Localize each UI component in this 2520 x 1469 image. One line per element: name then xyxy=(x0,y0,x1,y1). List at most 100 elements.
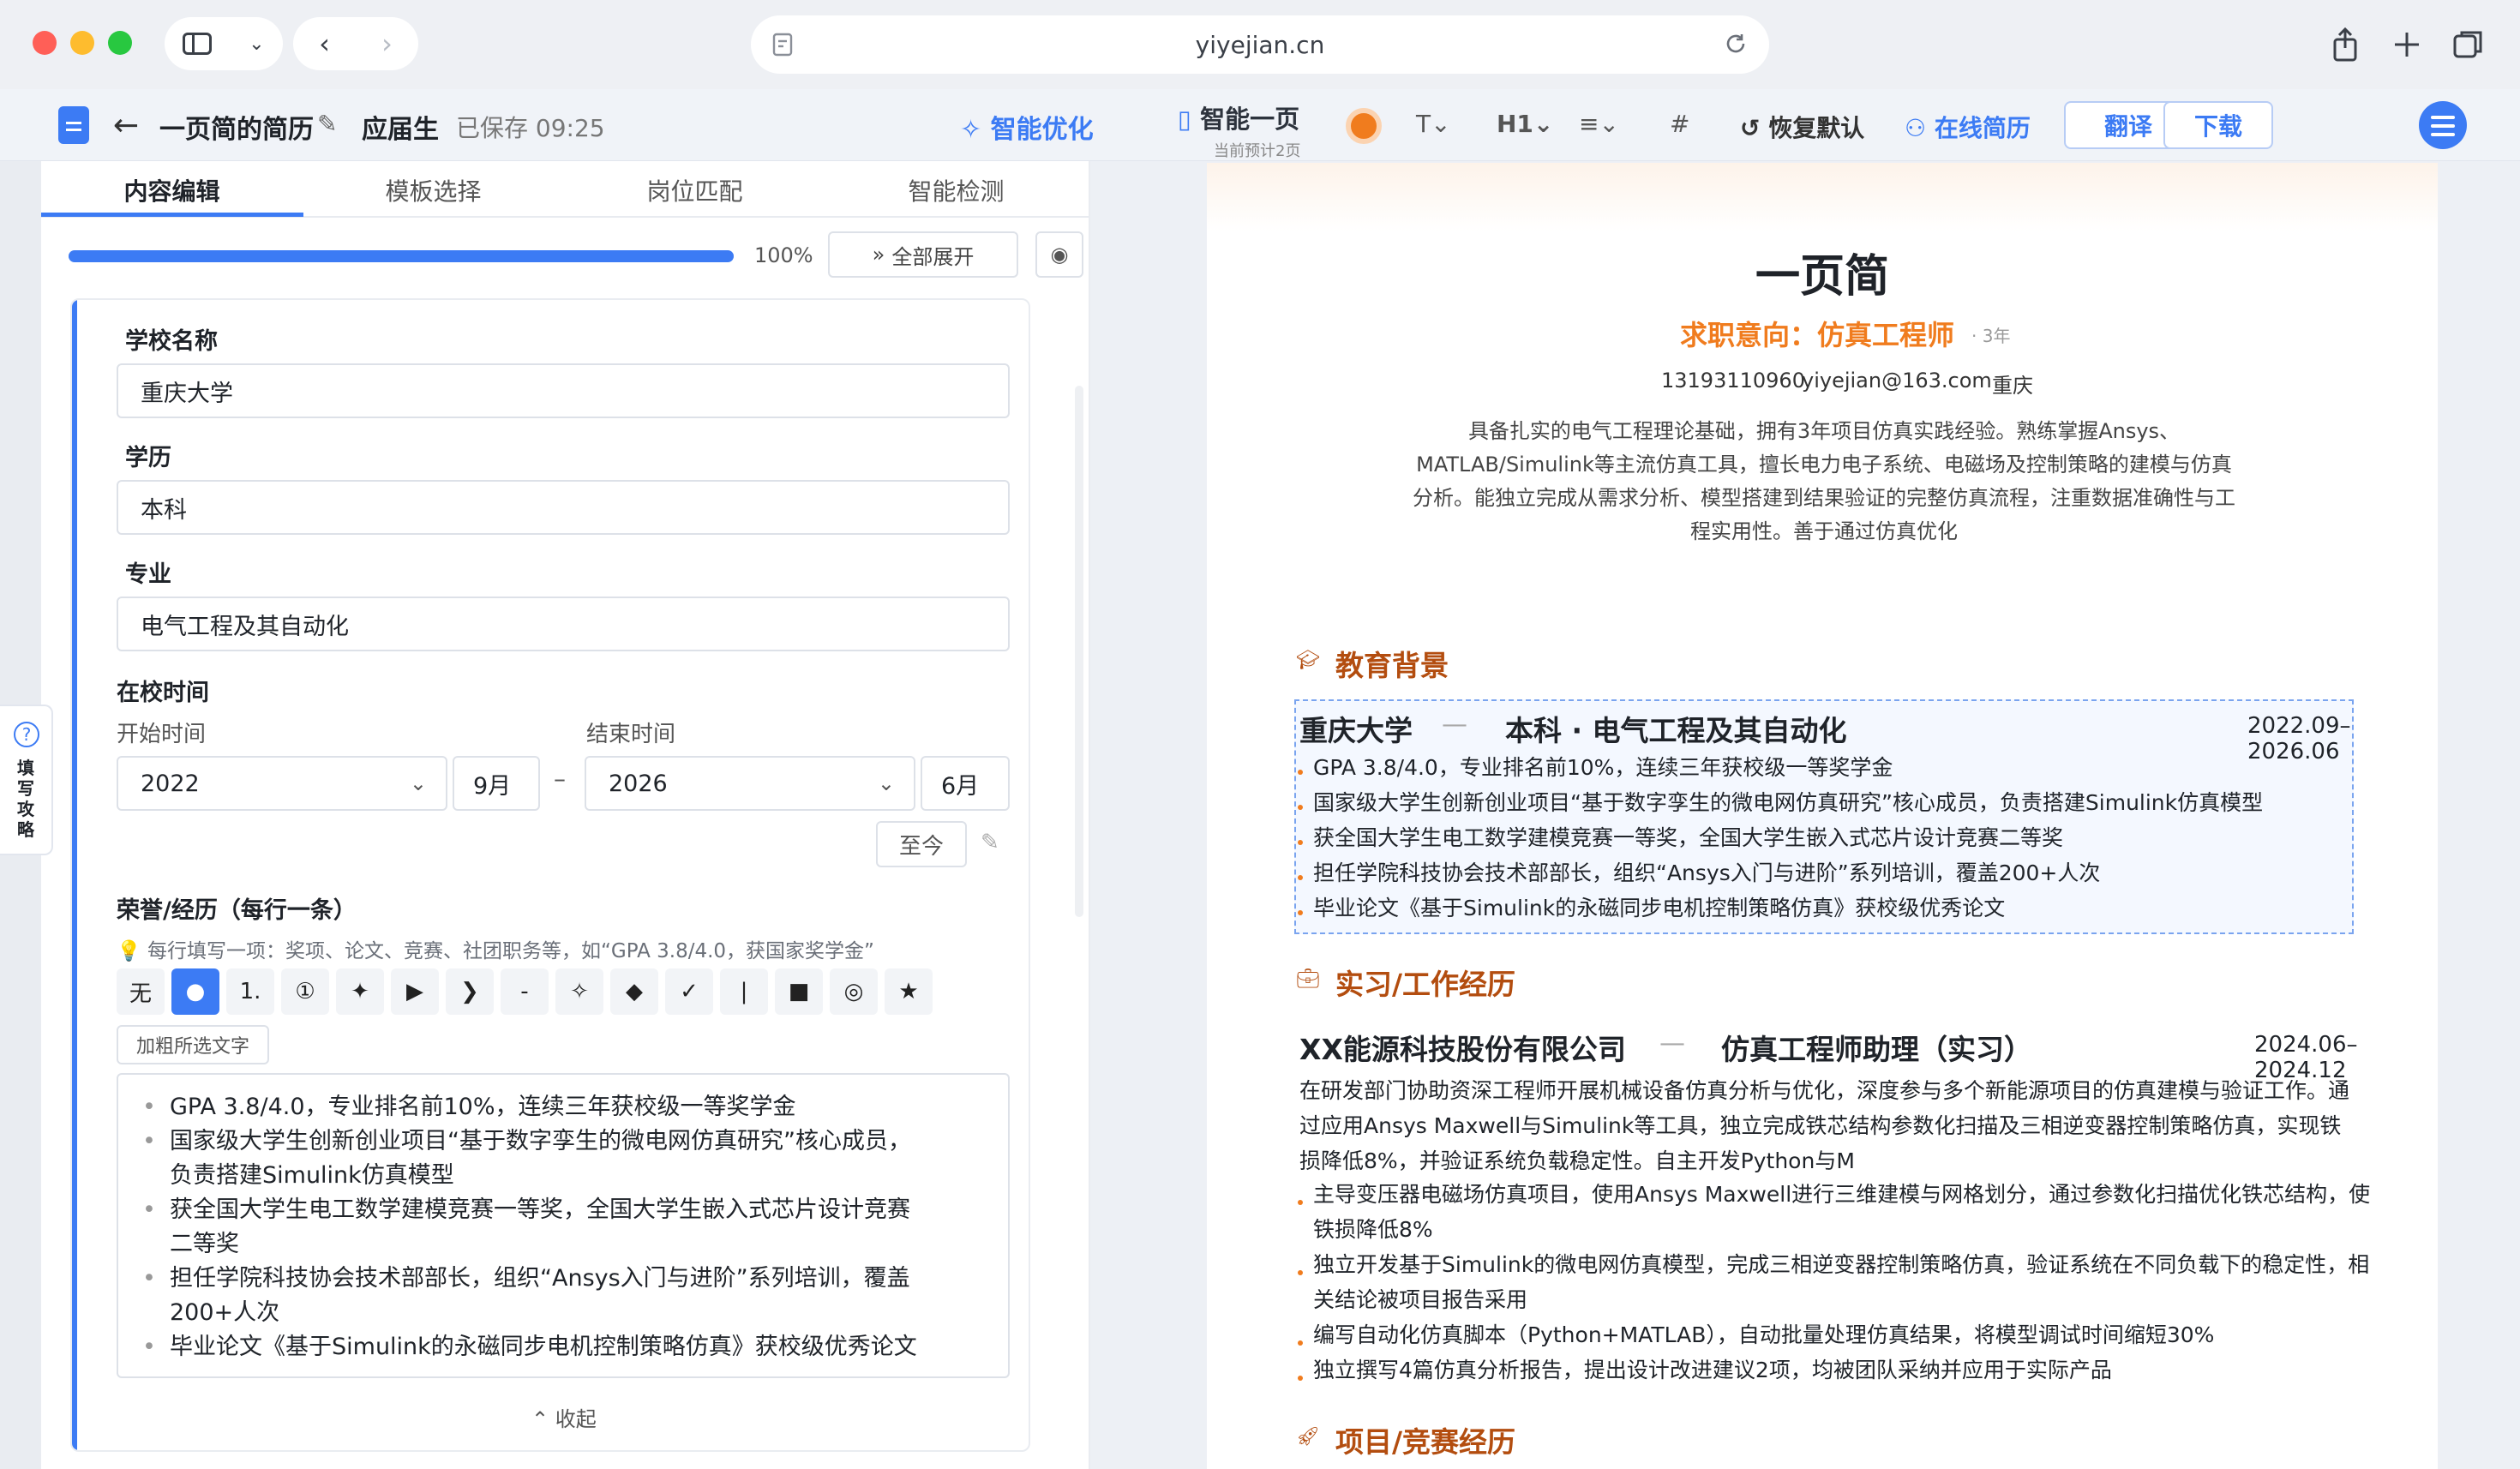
double-chevron-icon: » xyxy=(872,243,885,267)
tab-content-edit[interactable]: 内容编辑 xyxy=(41,173,303,207)
bullet-style-option[interactable]: ● xyxy=(171,968,219,1015)
bullet-style-option[interactable]: ✓ xyxy=(665,968,713,1015)
education-section-title: 教育背景 xyxy=(1335,649,1449,682)
bullet-style-option[interactable]: ✦ xyxy=(336,968,384,1015)
pencil-icon[interactable]: ✎ xyxy=(981,830,999,855)
smart-optimize-button[interactable]: ✧ 智能优化 xyxy=(960,108,1094,146)
page-header-glow xyxy=(1207,163,2438,231)
honors-label: 荣誉/经历（每行一条） xyxy=(117,897,357,924)
honor-line: 国家级大学生创新创业项目“基于数字孪生的微电网仿真研究”核心成员， xyxy=(139,1124,1008,1159)
progress-fill xyxy=(69,250,734,262)
tab-job-match[interactable]: 岗位匹配 xyxy=(564,173,825,207)
undo-icon: ↺ xyxy=(1740,114,1761,142)
bullet-style-option[interactable]: | xyxy=(720,968,768,1015)
minimize-window-button[interactable] xyxy=(70,31,94,55)
major-input[interactable]: 电气工程及其自动化 xyxy=(117,597,1010,651)
smart-one-page-button[interactable]: ▯ 智能一页 当前预计2页 xyxy=(1178,99,1300,161)
bullet-style-option[interactable]: 1. xyxy=(226,968,274,1015)
progress-percent: 100% xyxy=(754,243,813,267)
spacing-icon[interactable]: # xyxy=(1670,110,1689,138)
honors-textarea[interactable]: GPA 3.8/4.0，专业排名前10%，连续三年获校级一等奖学金国家级大学生创… xyxy=(117,1073,1010,1378)
bullet-style-option[interactable]: ★ xyxy=(885,968,933,1015)
work-item: 编写自动化仿真脚本（Python+MATLAB），自动批量处理仿真结果，将模型调… xyxy=(1313,1322,2215,1347)
bullet-style-option[interactable]: ❯ xyxy=(446,968,494,1015)
bullet-dot xyxy=(1298,1200,1303,1205)
online-resume-label: 在线简历 xyxy=(1934,114,2031,142)
scrollbar[interactable] xyxy=(1075,386,1083,917)
tab-template[interactable]: 模板选择 xyxy=(303,173,564,207)
chevron-down-icon: ⌄ xyxy=(249,33,265,55)
url-text: yiyejian.cn xyxy=(1195,30,1325,59)
bullet-dot xyxy=(1298,910,1303,915)
sparkle-icon: ✧ xyxy=(960,115,982,145)
bold-selection-button[interactable]: 加粗所选文字 xyxy=(117,1025,269,1064)
bullet-style-option[interactable]: ✧ xyxy=(555,968,603,1015)
share-icon[interactable] xyxy=(2326,26,2364,63)
sidebar-toggle[interactable]: ⌄ xyxy=(165,17,283,70)
back-arrow-icon[interactable]: ← xyxy=(113,108,139,143)
chevron-down-icon: ⌄ xyxy=(877,771,895,795)
end-month-select[interactable]: 6月 xyxy=(921,756,1010,811)
bullet-style-option[interactable]: - xyxy=(501,968,549,1015)
fill-guide-tab[interactable]: ? 填写攻略 xyxy=(0,705,53,855)
theme-color-picker[interactable] xyxy=(1346,108,1382,144)
back-icon[interactable]: ‹ xyxy=(319,27,330,60)
download-button[interactable]: 下载 xyxy=(2163,101,2273,149)
forward-icon[interactable]: › xyxy=(381,27,393,60)
reload-icon[interactable] xyxy=(1723,31,1749,57)
user-avatar[interactable] xyxy=(2419,101,2467,149)
bullet-style-picker: 无 ● 1. ① ✦ ▶ ❯ - ✧ ◆ ✓ | ■ ◎ ★ xyxy=(117,968,939,1015)
end-year-select[interactable]: 2026 ⌄ xyxy=(585,756,915,811)
edu-item: 国家级大学生创新创业项目“基于数字孪生的微电网仿真研究”核心成员，负责搭建Sim… xyxy=(1313,790,2264,815)
zoom-window-button[interactable] xyxy=(108,31,132,55)
edu-item: 担任学院科技协会技术部部长，组织“Ansys入门与进阶”系列培训，覆盖200+人… xyxy=(1313,860,2101,885)
summary[interactable]: 具备扎实的电气工程理论基础，拥有3年项目仿真实践经验。熟练掌握Ansys、MAT… xyxy=(1413,415,2235,549)
completion-progress xyxy=(69,250,734,262)
heading-size-icon[interactable]: H1⌄ xyxy=(1497,110,1553,138)
collapse-button[interactable]: ⌃ 收起 xyxy=(531,1402,597,1432)
bullet-style-option[interactable]: ▶ xyxy=(391,968,439,1015)
lightbulb-icon: 💡 xyxy=(117,940,141,962)
reset-default-button[interactable]: ↺ 恢复默认 xyxy=(1740,110,1864,144)
degree-input[interactable]: 本科 xyxy=(117,480,1010,535)
job-intent[interactable]: 求职意向：仿真工程师 xyxy=(1680,314,1954,353)
school-input[interactable]: 重庆大学 xyxy=(117,363,1010,418)
bullet-dot xyxy=(1298,875,1303,880)
resume-title[interactable]: 一页简的简历 xyxy=(159,108,314,146)
edu-degree: 本科 · 电气工程及其自动化 xyxy=(1505,714,1847,747)
tab-smart-check[interactable]: 智能检测 xyxy=(825,173,1087,207)
bullet-style-option[interactable]: 无 xyxy=(117,968,165,1015)
bullet-style-option[interactable]: ◆ xyxy=(610,968,658,1015)
preview-toggle[interactable]: ◉ xyxy=(1035,231,1083,278)
expand-all-button[interactable]: » 全部展开 xyxy=(828,231,1018,278)
briefcase-icon: 💼︎ xyxy=(1296,968,1320,990)
start-time-label: 开始时间 xyxy=(117,722,207,747)
bullet-style-option[interactable]: ◎ xyxy=(830,968,878,1015)
work-description[interactable]: 在研发部门协助资深工程师开展机械设备仿真分析与优化，深度参与多个新能源项目的仿真… xyxy=(1299,1073,2359,1178)
font-icon[interactable]: T⌄ xyxy=(1416,110,1451,138)
edit-title-icon[interactable]: ✎ xyxy=(317,110,337,138)
bullet-dot xyxy=(1298,840,1303,845)
start-month-select[interactable]: 9月 xyxy=(453,756,540,811)
honor-line: 担任学院科技协会技术部部长，组织“Ansys入门与进阶”系列培训，覆盖 xyxy=(139,1262,1008,1296)
new-tab-icon[interactable] xyxy=(2388,26,2426,63)
resume-name[interactable]: 一页简 xyxy=(1207,240,2438,304)
honor-line-continued: 二等奖 xyxy=(170,1231,239,1257)
end-year-value: 2026 xyxy=(609,770,668,797)
start-year-select[interactable]: 2022 ⌄ xyxy=(117,756,447,811)
bullet-style-option[interactable]: ① xyxy=(281,968,329,1015)
role-label: 应届生 xyxy=(362,115,439,145)
email: yiyejian@163.com xyxy=(1802,369,1992,393)
tab-overview-icon[interactable] xyxy=(2450,26,2487,63)
page-icon: ▯ xyxy=(1178,105,1191,134)
to-now-button[interactable]: 至今 xyxy=(876,821,967,867)
browser-chrome: ⌄ ‹ › yiyejian.cn xyxy=(0,0,2520,89)
address-bar[interactable]: yiyejian.cn xyxy=(751,15,1769,74)
rocket-icon: 🚀︎ xyxy=(1296,1426,1320,1448)
online-resume-button[interactable]: ⚇ 在线简历 xyxy=(1905,110,2031,144)
document-icon xyxy=(58,106,89,144)
bullet-dot xyxy=(1298,1340,1303,1346)
align-icon[interactable]: ≡⌄ xyxy=(1579,110,1619,138)
bullet-style-option[interactable]: ■ xyxy=(775,968,823,1015)
close-window-button[interactable] xyxy=(33,31,57,55)
